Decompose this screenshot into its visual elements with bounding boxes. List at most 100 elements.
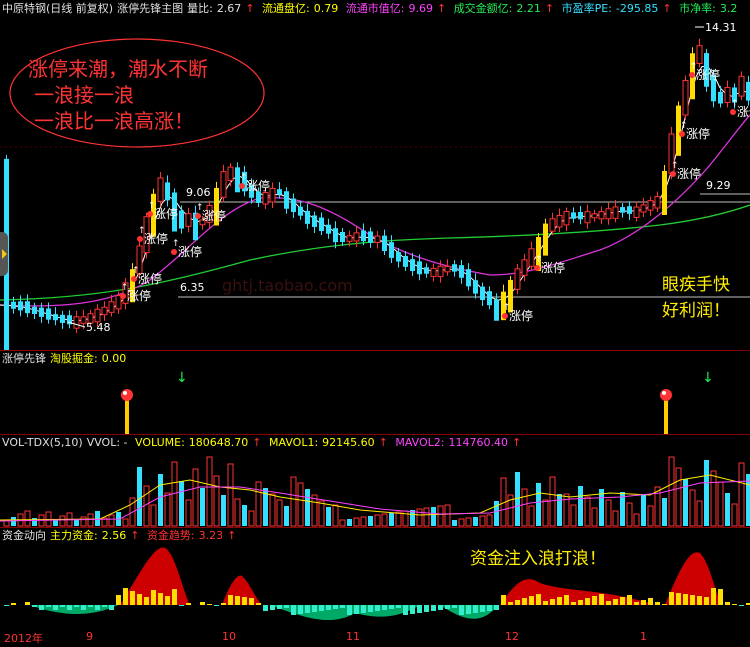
volume-bar — [710, 470, 717, 527]
candle-body — [368, 231, 373, 243]
volume-bar — [164, 492, 171, 527]
fund-bar-out — [445, 605, 450, 609]
candle-body — [437, 265, 444, 278]
fund-bar-in — [529, 596, 534, 605]
volume-bar — [536, 483, 541, 526]
candle-body — [60, 314, 65, 323]
fund-bar-in — [613, 599, 618, 605]
candle-body — [724, 87, 731, 103]
fund-bar-out — [326, 605, 331, 610]
fund-bar-out — [403, 605, 408, 615]
fund-bar-out — [102, 605, 107, 607]
price-label-929: 9.29 — [706, 179, 731, 192]
sidebar-toggle-handle[interactable] — [0, 232, 8, 276]
candle-body — [578, 211, 583, 220]
fund-bar-in — [641, 600, 646, 605]
fund-bar-in — [228, 595, 233, 605]
volume-bar — [746, 474, 750, 526]
fund-bar-out — [319, 605, 324, 611]
fund-bar-out — [67, 605, 72, 610]
fund-bar-out — [739, 605, 744, 606]
volume-bar — [641, 495, 646, 526]
volume-bar — [179, 481, 184, 526]
limit-up-dot — [689, 72, 695, 78]
price-panel[interactable]: 中原特钢(日线 前复权) 涨停先锋主图 量比: 2.67 ↑ 流通盘亿: 0.79 流通市… — [0, 0, 750, 350]
fund-bar-in — [242, 597, 247, 605]
fund-bar-out — [46, 605, 51, 607]
volume-bar — [423, 507, 430, 527]
volume-bar — [311, 494, 318, 527]
fund-bar-in — [123, 588, 128, 605]
fund-bar-in — [550, 599, 555, 605]
fund-bar-out — [417, 605, 422, 613]
candle-body — [340, 232, 345, 242]
candle-body — [382, 235, 387, 252]
candle-body — [473, 280, 478, 294]
volume-bar — [605, 499, 612, 527]
limit-up-dot — [131, 276, 137, 282]
fund-bar-in — [508, 602, 513, 605]
fund-bar-in — [704, 597, 709, 605]
fund-bar-in — [522, 598, 527, 605]
candle-body — [157, 177, 164, 202]
volume-bar — [80, 516, 87, 527]
volume-bar — [59, 515, 66, 527]
volume-bar — [122, 518, 129, 527]
volume-bar — [549, 476, 556, 527]
volume-bar — [213, 475, 220, 527]
volume-bar — [158, 474, 163, 526]
volume-panel[interactable]: VOL-TDX(5,10) VVOL: - VOLUME: 180648.70 ↑ M… — [0, 435, 750, 527]
volume-chart — [0, 456, 750, 527]
fund-bar-in — [676, 593, 681, 605]
candle-body — [46, 308, 51, 320]
volume-bar — [431, 507, 436, 526]
volume-bar — [192, 468, 199, 527]
annotation-ellipse-text: 涨停来潮，潮水不断 一浪接一浪 一浪比一浪高涨！ — [28, 57, 208, 133]
limit-up-panel[interactable]: 涨停先锋 淘股掘金: 0.00 ↓ ↓ — [0, 351, 750, 434]
candle-body — [696, 45, 703, 64]
candle-body — [277, 189, 282, 195]
candle-body — [528, 248, 535, 267]
volume-bar — [626, 502, 633, 527]
fund-bar-in — [249, 598, 254, 605]
candle-body — [410, 259, 415, 272]
fund-bar-out — [53, 605, 58, 610]
fund-bar-in — [746, 603, 750, 605]
date-month-11: 11 — [346, 630, 360, 643]
limit-up-label: 涨停 — [541, 260, 565, 275]
fund-flow-panel[interactable]: 资金动向 主力资金: 2.56 ↑ 资金趋势: 3.23 ↑ 资金注入浪打浪！ — [0, 528, 750, 629]
fund-bar-out — [473, 605, 478, 613]
limit-up-dot — [730, 109, 736, 115]
fund-bar-in — [207, 604, 212, 605]
ma-line-green — [0, 204, 750, 301]
fund-bar-out — [305, 605, 310, 613]
candle-body — [452, 264, 457, 272]
signal-ball — [660, 389, 672, 401]
candle-body — [430, 267, 437, 277]
candle-body — [584, 211, 591, 224]
fund-bar-in — [578, 600, 583, 605]
volume-bar — [389, 513, 394, 526]
candle-body — [556, 215, 563, 228]
fund-bar-out — [214, 605, 219, 606]
signal-ball-highlight — [123, 391, 127, 395]
volume-bar — [227, 463, 234, 527]
volume-bar — [353, 517, 360, 527]
volume-bar — [479, 515, 486, 527]
fund-bar-in — [186, 603, 191, 605]
fund-bar-in — [718, 589, 723, 605]
fund-bar-in — [655, 602, 660, 605]
limit-up-label: 涨停 — [696, 67, 720, 82]
volume-bar — [360, 516, 367, 527]
limit-up-label: 涨停 — [246, 178, 270, 193]
price-chart[interactable]: ↑涨停↑涨停↑涨停↑涨停↑涨停↑涨停↑涨停↑涨停↑涨停↑涨停↑涨停↑涨停↑涨停1… — [0, 0, 750, 350]
limit-up-dot — [670, 171, 676, 177]
volume-bar — [689, 489, 696, 527]
candle-body — [662, 171, 667, 215]
fund-bar-out — [109, 605, 114, 610]
signal-bar — [125, 397, 129, 434]
limit-up-dot — [239, 183, 245, 189]
fund-bar-out — [340, 605, 345, 608]
limit-up-signal-chart: ↓ ↓ — [121, 370, 714, 434]
volume-bar — [557, 494, 562, 526]
